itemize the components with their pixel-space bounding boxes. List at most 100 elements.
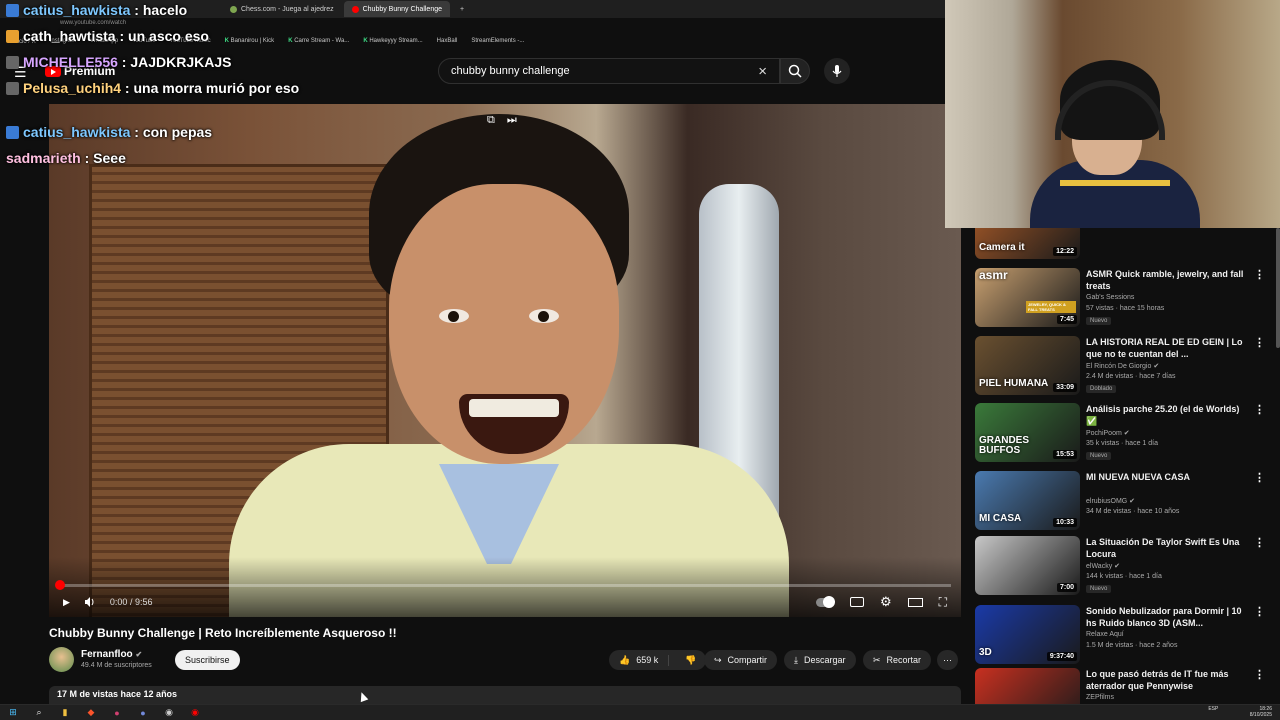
recommended-channel[interactable]: elWacky ✔ <box>1086 562 1120 570</box>
language-indicator: ESP <box>1208 706 1219 712</box>
recommended-meta: 144 k vistas · hace 1 día <box>1086 573 1162 580</box>
volume-icon[interactable] <box>84 596 96 608</box>
chat-username: Pelusa_uchih4 <box>23 80 122 96</box>
video-thumbnail[interactable]: asmr JEWELRY, QUICK & FALL TREATS 7:45 <box>975 268 1080 327</box>
recommended-video[interactable]: PIEL HUMANA 33:09 LA HISTORIA REAL DE ED G… <box>975 336 1275 398</box>
verified-icon: ✔ <box>1151 363 1160 370</box>
chat-message: catius_hawkista : hacelo <box>6 2 187 18</box>
video-frame-person <box>229 114 789 617</box>
recommended-meta: 34 M de vistas · hace 10 años <box>1086 508 1180 515</box>
recommended-video[interactable]: 3D 9:37:40 Sonido Nebulizador para Dormir … <box>975 605 1275 667</box>
progress-scrubber[interactable] <box>55 580 65 590</box>
recommended-video[interactable]: Camera it12:22Fernanfloo ✔26 M de vistas… <box>975 228 1275 262</box>
thumbs-down-icon: 👎 <box>685 654 697 665</box>
description-box[interactable]: 17 M de vistas hace 12 años <box>49 686 961 704</box>
theater-mode-icon[interactable] <box>907 597 923 607</box>
bookmark-streamelements[interactable]: StreamElements -... <box>471 38 524 50</box>
channel-name[interactable]: Fernanfloo ✔ <box>81 649 142 660</box>
bookmark-carre[interactable]: K Carre Stream - Wa... <box>288 38 349 50</box>
brave-browser-icon[interactable]: ◆ <box>84 707 98 719</box>
youtube-music-icon[interactable]: ◉ <box>188 707 202 719</box>
time-display: 0:00 / 9:56 <box>109 597 153 607</box>
channel-avatar[interactable] <box>49 647 74 672</box>
recommended-channel[interactable]: El Rincón De Giorgio ✔ <box>1086 362 1159 370</box>
download-button[interactable]: ⤓ Descargar <box>784 650 856 670</box>
more-options-icon[interactable]: ⋮ <box>1254 268 1265 281</box>
video-thumbnail[interactable]: PIEL HUMANA 33:09 <box>975 336 1080 395</box>
recommended-video[interactable]: 7:00 La Situación De Taylor Swift Es Una … <box>975 536 1275 598</box>
video-thumbnail[interactable] <box>975 668 1080 704</box>
chat-separator: : <box>115 28 129 44</box>
recommended-channel[interactable]: Relaxe Aquí <box>1086 631 1124 638</box>
more-options-icon[interactable]: ⋮ <box>1254 471 1265 484</box>
app-icon[interactable]: ● <box>110 707 124 719</box>
chat-message: cath_hawtista : un asco eso <box>6 28 209 44</box>
voice-search-button[interactable] <box>824 58 850 84</box>
discord-icon[interactable]: ● <box>136 707 150 719</box>
dislike-button[interactable]: 👎 <box>675 655 706 666</box>
recommended-video-title[interactable]: Sonido Nebulizador para Dormir | 10 hs R… <box>1086 605 1246 629</box>
fullscreen-icon[interactable]: ⛶ <box>939 595 947 610</box>
settings-gear-icon[interactable]: ⚙ <box>880 594 892 610</box>
search-input[interactable]: chubby bunny challenge × <box>438 58 780 84</box>
recommended-video[interactable]: asmr JEWELRY, QUICK & FALL TREATS 7:45 ASMR… <box>975 268 1275 330</box>
clip-button[interactable]: ✂ Recortar <box>863 650 932 670</box>
video-thumbnail[interactable]: MI CASA 10:33 <box>975 471 1080 530</box>
tab-youtube[interactable]: Chubby Bunny Challenge <box>343 1 450 17</box>
system-tray[interactable]: ESP 18:26 8/10/2025 <box>1208 706 1272 718</box>
video-thumbnail[interactable]: Camera it 12:22 <box>975 228 1080 259</box>
windows-start-icon[interactable]: ⊞ <box>6 707 20 719</box>
recommended-video[interactable]: MI CASA 10:33 MI NUEVA NUEVA CASA elrubiusO… <box>975 471 1275 533</box>
autoplay-toggle-icon[interactable] <box>815 595 835 608</box>
recommended-badge: Nuevo <box>1086 317 1112 325</box>
microphone-icon <box>832 65 842 77</box>
more-options-icon[interactable]: ⋮ <box>1254 668 1265 681</box>
bookmark-kick-bananirou[interactable]: K Bananirou | Kick <box>225 38 275 50</box>
more-options-icon[interactable]: ⋮ <box>1254 605 1265 618</box>
search-taskbar-icon[interactable]: ⌕ <box>32 707 46 719</box>
file-explorer-icon[interactable]: ▮ <box>58 707 72 719</box>
more-options-icon[interactable]: ⋮ <box>1254 403 1265 416</box>
recommended-video-title[interactable]: Lo que pasó detrás de IT fue más aterrad… <box>1086 668 1246 692</box>
progress-bar[interactable] <box>55 580 951 590</box>
subtitles-icon[interactable] <box>849 597 864 607</box>
miniplayer-icon[interactable]: ⧉ <box>487 114 495 127</box>
video-player[interactable]: ⧉ ⏭ ▶ 0:00 / 9:56 ⚙ ⛶ <box>49 104 961 617</box>
recommended-video-title[interactable]: ASMR Quick ramble, jewelry, and fall tre… <box>1086 268 1246 292</box>
chat-badge-icon <box>6 125 19 139</box>
video-thumbnail[interactable]: GRANDES BUFFOS 15:53 <box>975 403 1080 462</box>
thumbnail-text: MI CASA <box>979 513 1022 524</box>
bookmark-haxball[interactable]: HaxBall <box>437 38 458 50</box>
more-options-icon[interactable]: ⋮ <box>1254 536 1265 549</box>
bookmark-hawkeyyy[interactable]: K Hawkeyyy Stream... <box>363 38 422 50</box>
more-options-icon[interactable]: ⋮ <box>1254 336 1265 349</box>
recommended-video[interactable]: Lo que pasó detrás de IT fue más aterrad… <box>975 668 1275 704</box>
recommended-channel[interactable]: ZEPfilms <box>1086 694 1114 701</box>
new-tab-button[interactable]: + <box>452 1 472 17</box>
like-button[interactable]: 👍 659 k <box>609 654 670 666</box>
tab-chess[interactable]: Chess.com - Juega al ajedrez <box>222 1 342 17</box>
sidebar-scrollbar[interactable] <box>1276 228 1280 348</box>
chat-message: sadmarieth : Seee <box>6 150 126 166</box>
play-icon[interactable]: ▶ <box>63 597 70 608</box>
subscribe-button[interactable]: Suscribirse <box>175 650 240 670</box>
search-button[interactable] <box>780 58 810 84</box>
skip-next-icon[interactable]: ⏭ <box>507 114 517 127</box>
recommended-video-title[interactable]: MI NUEVA NUEVA CASA <box>1086 471 1246 483</box>
video-thumbnail[interactable]: 3D 9:37:40 <box>975 605 1080 664</box>
chat-username: catius_hawkista <box>23 124 131 140</box>
recommended-channel[interactable]: Gab's Sessions <box>1086 294 1134 301</box>
obs-icon[interactable]: ◉ <box>162 707 176 719</box>
video-thumbnail[interactable]: 7:00 <box>975 536 1080 595</box>
clear-search-icon[interactable]: × <box>758 63 767 80</box>
recommended-video-title[interactable]: LA HISTORIA REAL DE ED GEIN | Lo que no … <box>1086 336 1246 360</box>
recommended-channel[interactable]: elrubiusOMG ✔ <box>1086 497 1135 505</box>
thumbnail-text: GRANDES BUFFOS <box>979 435 1030 456</box>
recommended-channel[interactable]: PochiPoom ✔ <box>1086 429 1130 437</box>
recommended-video-title[interactable]: Análisis parche 25.20 (el de Worlds) ✅ <box>1086 403 1246 427</box>
recommended-video-title[interactable]: La Situación De Taylor Swift Es Una Locu… <box>1086 536 1246 560</box>
recommended-video[interactable]: GRANDES BUFFOS 15:53 Análisis parche 25.20… <box>975 403 1275 465</box>
share-button[interactable]: ↪ Compartir <box>704 650 778 670</box>
player-left-controls: ▶ 0:00 / 9:56 <box>63 593 152 611</box>
more-actions-button[interactable]: ⋯ <box>937 650 958 670</box>
